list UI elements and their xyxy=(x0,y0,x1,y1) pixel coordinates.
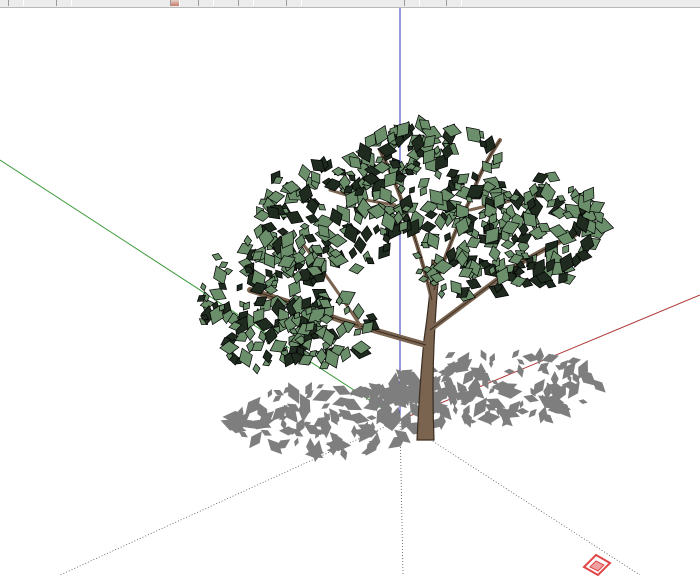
toolbar-button[interactable] xyxy=(404,0,420,6)
shadow-patch xyxy=(511,349,520,359)
shadow-patch xyxy=(278,426,298,436)
shadow-patch xyxy=(312,389,336,402)
shadow-patch xyxy=(444,351,456,359)
shadow-patch xyxy=(480,349,487,362)
shadow-patch xyxy=(523,394,539,403)
shadow-patch xyxy=(567,381,580,399)
toolbar-strip xyxy=(0,0,700,8)
modeling-viewport[interactable] xyxy=(0,8,700,577)
leaf xyxy=(236,283,243,292)
leaf xyxy=(372,224,381,235)
scene-canvas[interactable] xyxy=(0,8,700,575)
toolbar-button[interactable] xyxy=(8,0,24,6)
shadow-patch xyxy=(294,437,299,447)
toolbar-button[interactable] xyxy=(446,0,462,6)
toolbar-button[interactable] xyxy=(238,0,254,6)
shadow-patch xyxy=(528,408,537,418)
toolbar-button[interactable] xyxy=(56,0,72,6)
tree-shadow xyxy=(220,347,606,463)
shadow-patch xyxy=(535,347,545,365)
leaf xyxy=(348,246,358,260)
shadow-patch xyxy=(316,384,324,389)
green-axis xyxy=(0,159,401,421)
green-axis-negative xyxy=(59,419,401,575)
shadow-patch xyxy=(267,388,273,398)
leaf xyxy=(348,263,365,275)
toolbar-button[interactable] xyxy=(170,0,180,6)
leaf xyxy=(408,186,415,194)
shadow-patch xyxy=(517,358,525,365)
shadow-patch xyxy=(452,405,458,415)
toolbar-button[interactable] xyxy=(198,0,214,6)
tree-foliage xyxy=(196,114,615,375)
shadow-patch xyxy=(541,353,560,363)
toolbar-button[interactable] xyxy=(286,0,302,6)
leaf xyxy=(211,252,223,261)
shadow-patch xyxy=(578,399,588,404)
shadow-patch xyxy=(332,385,352,395)
leaf xyxy=(252,363,261,375)
